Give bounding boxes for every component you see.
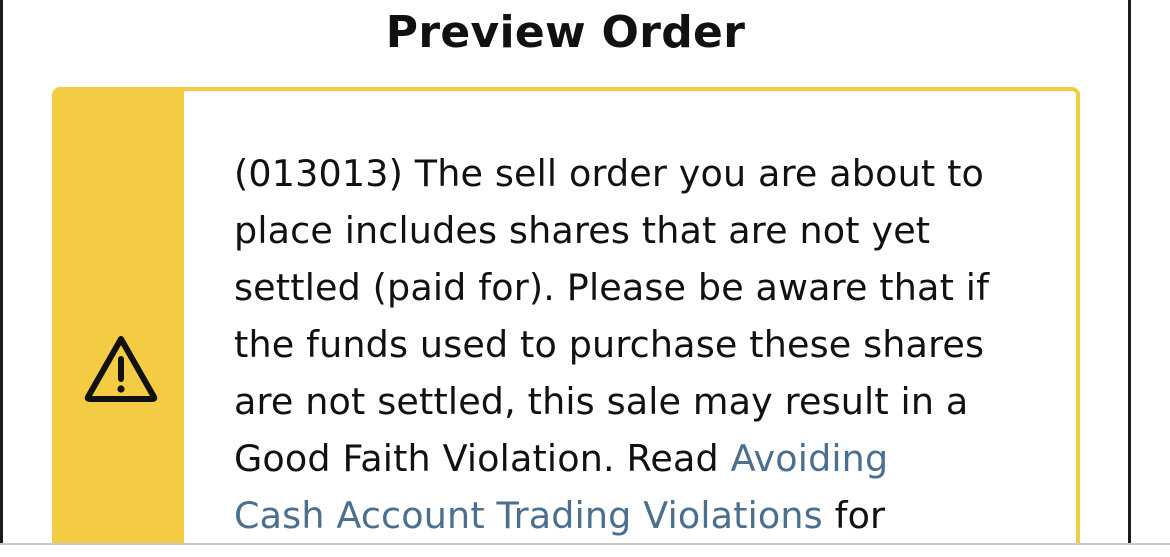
alert-message-line: the funds used to purchase these shares [234, 323, 985, 366]
alert-message-line: settled (paid for). Please be aware that… [234, 266, 990, 309]
good-faith-warning-alert: (013013) The sell order you are about to… [52, 87, 1080, 557]
alert-message-line: are not settled, this sale may result in… [234, 380, 969, 423]
page-title: Preview Order [385, 7, 746, 58]
alert-message-tail: for [822, 494, 886, 537]
link-text-part[interactable]: Cash Account Trading Violations [234, 494, 823, 537]
alert-accent-stripe [56, 91, 184, 557]
right-margin [1131, 0, 1170, 557]
alert-message: (013013) The sell order you are about to… [234, 145, 1034, 544]
warning-icon [84, 336, 158, 402]
alert-message-line: (013013) The sell order you are about to [234, 152, 985, 195]
alert-message-line: Good Faith Violation. Read [234, 437, 731, 480]
bottom-sheet-divider [0, 543, 1170, 557]
preview-order-screen: Preview Order (013013) The sell order yo… [0, 0, 1170, 557]
alert-message-line: place includes shares that are not yet [234, 209, 931, 252]
left-window-edge [0, 0, 3, 557]
link-text-part[interactable]: Avoiding [731, 437, 889, 480]
